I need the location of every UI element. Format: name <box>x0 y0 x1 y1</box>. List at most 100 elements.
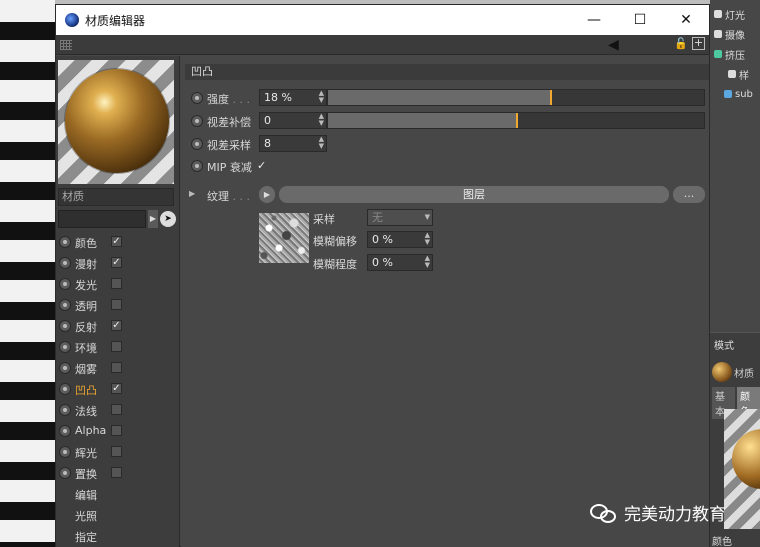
chevron-down-icon: ▼ <box>424 213 430 221</box>
object-item-light[interactable]: 灯光 <box>714 6 745 22</box>
channel-checkbox[interactable] <box>111 446 122 457</box>
radio-icon <box>59 467 71 479</box>
param-blur-scale: 模糊程度 0 % ▲ ▼ <box>313 253 433 273</box>
cinema4d-app-icon <box>65 13 79 27</box>
strength-slider[interactable] <box>327 89 705 106</box>
channel-alpha[interactable]: Alpha <box>56 421 180 442</box>
parallax-offset-input[interactable]: 0 ▲ ▼ <box>259 112 327 129</box>
expand-triangle-icon[interactable]: ▶ <box>189 189 195 198</box>
link-row: ▶ ➤ <box>58 210 176 228</box>
channel-checkbox[interactable] <box>111 404 122 415</box>
object-item-extrude[interactable]: 挤压 <box>714 46 745 62</box>
animate-radio-icon[interactable] <box>191 138 203 150</box>
preview-sphere <box>65 69 169 173</box>
radio-icon <box>59 236 71 248</box>
object-manager-panel: 灯光 摄像 挤压 样 sub 模式 材质 基本 颜色 颜色 <box>710 0 760 547</box>
channel-checkbox[interactable]: ✓ <box>111 236 122 247</box>
material-preview[interactable] <box>58 60 174 184</box>
grip-icon[interactable] <box>60 40 72 50</box>
pick-cursor-icon[interactable]: ➤ <box>160 211 176 227</box>
item-assignment[interactable]: 指定 <box>56 526 180 547</box>
object-item-sub[interactable]: sub <box>724 86 753 102</box>
animate-radio-icon[interactable] <box>191 160 203 172</box>
spinner-icon[interactable]: ▲ ▼ <box>425 255 430 269</box>
viewport-background <box>0 0 55 547</box>
channel-fog[interactable]: 烟雾 <box>56 358 180 379</box>
channel-environment[interactable]: 环境 <box>56 337 180 358</box>
channel-checkbox[interactable]: ✓ <box>111 257 122 268</box>
blur-scale-input[interactable]: 0 % ▲ ▼ <box>367 254 433 271</box>
link-arrow-icon[interactable]: ▶ <box>148 210 158 228</box>
channel-transparency[interactable]: 透明 <box>56 295 180 316</box>
item-illumination[interactable]: 光照 <box>56 505 180 526</box>
channel-checkbox[interactable] <box>111 362 122 373</box>
channel-displacement[interactable]: 置换 <box>56 463 180 484</box>
window-title: 材质编辑器 <box>85 13 146 28</box>
channel-color[interactable]: 颜色 ✓ <box>56 232 180 253</box>
back-arrow-icon[interactable]: ◀ <box>608 37 619 53</box>
parallax-offset-slider[interactable] <box>327 112 705 129</box>
slider-fill <box>328 113 516 128</box>
radio-icon <box>59 446 71 458</box>
spinner-icon[interactable]: ▲ ▼ <box>425 232 430 246</box>
object-item-spline[interactable]: 样 <box>728 66 749 82</box>
watermark: 完美动力教育 <box>590 500 726 525</box>
channel-bump[interactable]: 凹凸 ✓ <box>56 379 180 400</box>
parallax-samples-input[interactable]: 8 ▲ ▼ <box>259 135 327 152</box>
color-section-label: 颜色 <box>712 537 732 547</box>
channel-reflectance[interactable]: 反射 ✓ <box>56 316 180 337</box>
texture-menu-button[interactable]: ▶ <box>259 186 275 203</box>
preview-sphere <box>732 429 760 489</box>
item-editor[interactable]: 编辑 <box>56 484 180 505</box>
radio-icon <box>59 425 71 437</box>
sampling-dropdown[interactable]: 无 ▼ <box>367 209 433 226</box>
mip-falloff-checkbox[interactable]: ✓ <box>257 160 269 172</box>
material-editor-window: 材质编辑器 — ☐ ✕ ◀ 🔓 + 材质 ▶ ➤ 颜色 ✓ 漫射 ✓ 发光 透明 反… <box>55 4 710 547</box>
strength-input[interactable]: 18 % ▲ ▼ <box>259 89 327 106</box>
blur-offset-input[interactable]: 0 % ▲ ▼ <box>367 231 433 248</box>
spinner-icon[interactable]: ▲ ▼ <box>319 113 324 127</box>
title-bar[interactable]: 材质编辑器 — ☐ ✕ <box>56 5 709 35</box>
object-item-camera[interactable]: 摄像 <box>714 26 745 42</box>
minimize-button[interactable]: — <box>571 5 617 35</box>
camera-icon <box>714 30 722 38</box>
channel-checkbox[interactable] <box>111 278 122 289</box>
channel-diffusion[interactable]: 漫射 ✓ <box>56 253 180 274</box>
channel-properties: 凹凸 强度 . . . 18 % ▲ ▼ 视差补偿 0 ▲ ▼ 视差采样 8 ▲ ▼ MIP… <box>181 56 709 547</box>
texture-layer-button[interactable]: 图层 <box>279 186 669 203</box>
section-header-bump: 凹凸 <box>185 64 709 80</box>
channel-checkbox[interactable] <box>111 341 122 352</box>
mode-menu[interactable]: 模式 <box>714 337 734 352</box>
texture-browse-button[interactable]: ... <box>673 186 705 203</box>
material-name-field[interactable]: 材质 <box>58 188 174 206</box>
spinner-icon[interactable]: ▲ ▼ <box>319 136 324 150</box>
slider-knob[interactable] <box>516 113 518 128</box>
radio-icon <box>59 278 71 290</box>
channel-checkbox[interactable] <box>111 425 122 436</box>
noise-texture-thumbnail[interactable] <box>259 213 309 263</box>
new-window-icon[interactable]: + <box>692 37 705 50</box>
channel-checkbox[interactable] <box>111 299 122 310</box>
channel-glow[interactable]: 辉光 <box>56 442 180 463</box>
channel-checkbox[interactable]: ✓ <box>111 320 122 331</box>
slider-knob[interactable] <box>549 90 552 105</box>
maximize-button[interactable]: ☐ <box>617 5 663 35</box>
spinner-icon[interactable]: ▲ ▼ <box>319 90 324 104</box>
channel-luminance[interactable]: 发光 <box>56 274 180 295</box>
channel-normal[interactable]: 法线 <box>56 400 180 421</box>
material-tag[interactable]: 材质 <box>712 361 758 383</box>
light-icon <box>714 10 722 18</box>
radio-icon <box>59 362 71 374</box>
radio-icon <box>59 404 71 416</box>
lock-icon[interactable]: 🔓 <box>674 37 688 50</box>
param-parallax-offset: 视差补偿 0 ▲ ▼ <box>189 111 707 131</box>
channel-checkbox[interactable]: ✓ <box>111 383 122 394</box>
editor-toolbar: ◀ 🔓 + <box>56 35 709 55</box>
animate-radio-icon[interactable] <box>191 92 203 104</box>
link-field[interactable] <box>58 210 146 228</box>
slider-fill <box>328 90 550 105</box>
animate-radio-icon[interactable] <box>191 115 203 127</box>
close-button[interactable]: ✕ <box>663 5 709 35</box>
subdivision-icon <box>724 90 732 98</box>
channel-checkbox[interactable] <box>111 467 122 478</box>
